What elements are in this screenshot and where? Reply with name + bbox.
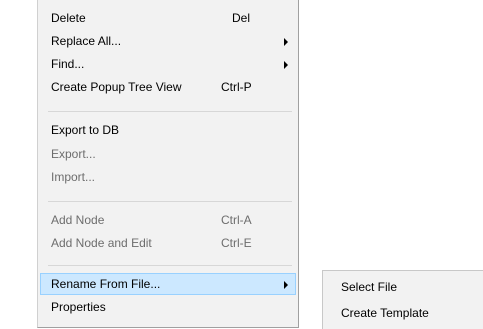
menu-item-rename-from-file[interactable]: Rename From File... [40,273,296,295]
menu-item-delete[interactable]: Delete Del [40,7,296,29]
screen: Delete Del Replace All... Find... Create… [0,0,483,329]
menu-item-find[interactable]: Find... [40,53,296,75]
menu-separator [48,201,292,202]
menu-item-label: Delete [51,11,86,25]
submenu-item-select-file[interactable]: Select File [323,276,483,298]
menu-item-export-to-db[interactable]: Export to DB [40,119,296,141]
menu-item-create-popup-tree-view[interactable]: Create Popup Tree View Ctrl-P [40,76,296,98]
menu-item-label: Replace All... [51,34,122,48]
context-menu: Delete Del Replace All... Find... Create… [37,0,299,328]
rename-from-file-submenu: Select File Create Template [322,270,483,329]
menu-item-export[interactable]: Export... [40,143,296,165]
submenu-item-create-template[interactable]: Create Template [323,302,483,324]
menu-item-label: Import... [51,170,96,184]
menu-item-import[interactable]: Import... [40,166,296,188]
menu-item-label: Add Node and Edit [51,236,152,250]
submenu-item-label: Select File [341,280,398,294]
menu-item-label: Add Node [51,213,105,227]
menu-item-shortcut: Ctrl-E [221,236,252,250]
menu-item-add-node[interactable]: Add Node Ctrl-A [40,209,296,231]
menu-item-label: Export to DB [51,123,120,137]
chevron-right-icon [284,61,288,69]
menu-item-label: Properties [51,300,106,314]
menu-item-label: Find... [51,57,85,71]
menu-item-properties[interactable]: Properties [40,296,296,318]
chevron-right-icon [284,38,288,46]
submenu-item-label: Create Template [341,306,429,320]
menu-item-shortcut: Ctrl-P [221,80,252,94]
menu-item-label: Export... [51,147,96,161]
menu-item-replace-all[interactable]: Replace All... [40,30,296,52]
menu-item-label: Rename From File... [51,277,161,291]
menu-item-label: Create Popup Tree View [51,80,182,94]
menu-item-shortcut: Ctrl-A [221,213,252,227]
menu-item-shortcut: Del [232,11,251,25]
chevron-right-icon [284,281,288,289]
menu-item-add-node-and-edit[interactable]: Add Node and Edit Ctrl-E [40,232,296,254]
menu-separator [48,111,292,112]
menu-separator [48,265,292,266]
